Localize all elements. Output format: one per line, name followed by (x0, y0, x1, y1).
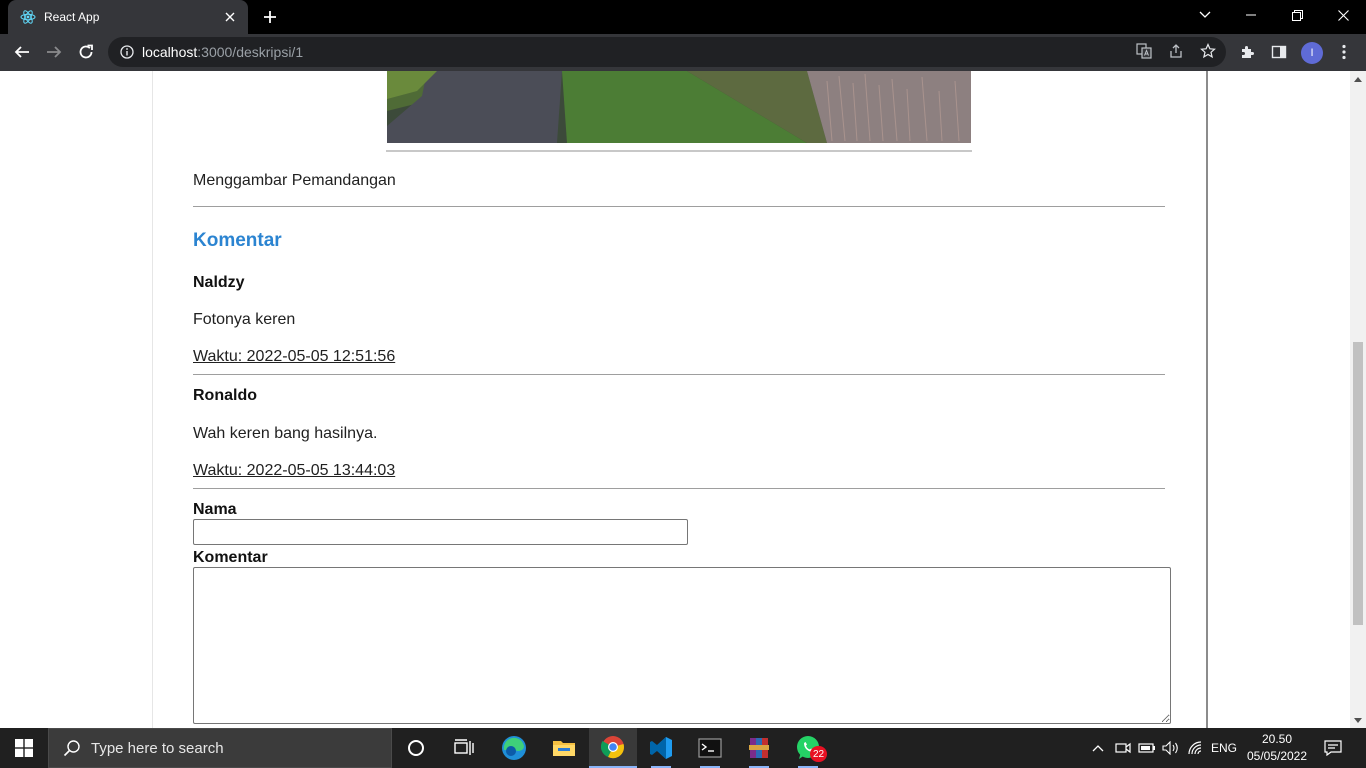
site-info-icon[interactable] (120, 45, 134, 59)
browser-toolbar: localhost:3000/deskripsi/1 I (0, 34, 1366, 71)
restore-button[interactable] (1274, 0, 1320, 30)
comment-divider (193, 374, 1165, 375)
react-icon (20, 9, 36, 25)
comment-text: Wah keren bang hasilnya. (193, 425, 378, 442)
url-text: localhost:3000/deskripsi/1 (142, 44, 304, 60)
tab-close-icon[interactable] (222, 9, 238, 25)
winrar-icon[interactable] (735, 728, 783, 768)
profile-avatar[interactable]: I (1301, 42, 1323, 64)
terminal-icon[interactable] (686, 728, 734, 768)
tab-title: React App (44, 10, 100, 24)
comments-heading: Komentar (193, 230, 282, 251)
translate-icon[interactable] (1134, 41, 1154, 61)
comment-text: Fotonya keren (193, 311, 296, 328)
comment-time: Waktu: 2022-05-05 12:51:56 (193, 348, 396, 365)
search-icon (63, 740, 80, 757)
new-tab-button[interactable] (260, 7, 280, 27)
system-clock[interactable]: 20.50 05/05/2022 (1244, 731, 1310, 765)
scroll-up-arrow-icon[interactable] (1350, 71, 1366, 87)
minimize-button[interactable] (1228, 0, 1274, 30)
page-viewport: Menggambar Pemandangan Komentar Naldzy F… (0, 71, 1350, 728)
windows-logo-icon (15, 739, 33, 757)
clock-time: 20.50 (1261, 732, 1293, 746)
extensions-icon[interactable] (1237, 42, 1257, 62)
task-view-icon[interactable] (440, 728, 488, 768)
side-panel-icon[interactable] (1269, 42, 1289, 62)
edge-browser-icon[interactable] (490, 728, 538, 768)
photo-divider (386, 150, 972, 152)
file-explorer-icon[interactable] (540, 728, 588, 768)
wifi-icon[interactable] (1185, 728, 1207, 768)
page-scrollbar[interactable] (1350, 71, 1366, 728)
vscode-icon[interactable] (637, 728, 685, 768)
comment-textarea[interactable] (193, 567, 1171, 724)
notification-badge: 22 (810, 746, 828, 762)
search-placeholder: Type here to search (91, 739, 224, 757)
taskbar-search-box[interactable]: Type here to search (48, 728, 392, 768)
address-bar[interactable]: localhost:3000/deskripsi/1 (108, 37, 1226, 67)
forward-button[interactable] (40, 38, 68, 66)
bookmark-star-icon[interactable] (1198, 41, 1218, 61)
comment-divider (193, 488, 1165, 489)
volume-icon[interactable] (1160, 728, 1182, 768)
reload-button[interactable] (72, 38, 100, 66)
notifications-icon[interactable] (1318, 728, 1348, 768)
comment-author: Ronaldo (193, 387, 257, 404)
landscape-photo (387, 71, 971, 143)
language-indicator[interactable]: ENG (1208, 728, 1240, 768)
tab-strip: React App (0, 0, 1366, 34)
whatsapp-icon[interactable]: 22 (784, 728, 832, 768)
meet-now-icon[interactable] (1112, 728, 1134, 768)
close-window-button[interactable] (1320, 0, 1366, 30)
comment-time: Waktu: 2022-05-05 13:44:03 (193, 462, 396, 479)
start-button[interactable] (0, 728, 48, 768)
back-button[interactable] (8, 38, 36, 66)
comment-label: Komentar (193, 549, 268, 566)
share-icon[interactable] (1166, 41, 1186, 61)
tab-react-app[interactable]: React App (8, 0, 248, 34)
name-input[interactable] (193, 519, 688, 545)
scrollbar-thumb[interactable] (1353, 342, 1363, 625)
chrome-icon[interactable] (589, 728, 637, 768)
comment-author: Naldzy (193, 274, 245, 291)
scroll-down-arrow-icon[interactable] (1350, 712, 1366, 728)
name-label: Nama (193, 501, 237, 518)
clock-date: 05/05/2022 (1246, 749, 1308, 763)
windows-taskbar: Type here to search 22 ENG 20.50 05/05/2… (0, 728, 1366, 768)
battery-icon[interactable] (1136, 728, 1158, 768)
section-divider (193, 206, 1165, 207)
show-hidden-icons-chevron-icon[interactable] (1088, 728, 1108, 768)
post-description: Menggambar Pemandangan (193, 172, 396, 189)
cortana-icon[interactable] (392, 728, 440, 768)
kebab-menu-icon[interactable] (1334, 42, 1354, 62)
tab-search-chevron-icon[interactable] (1182, 0, 1228, 30)
